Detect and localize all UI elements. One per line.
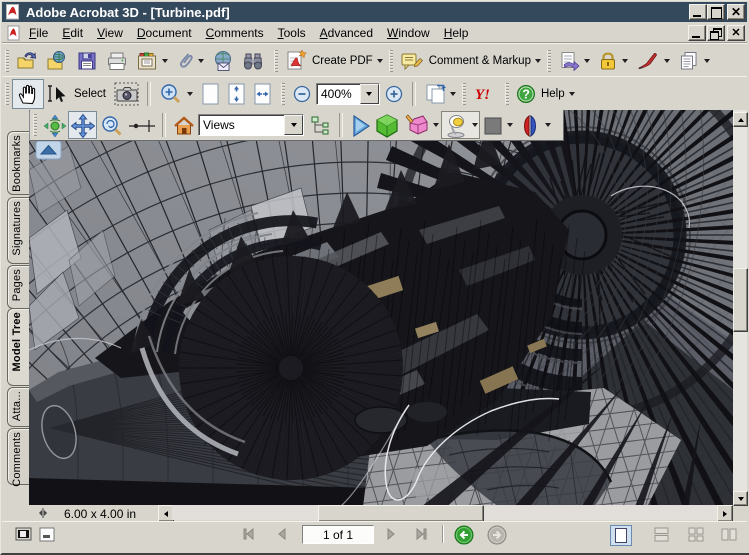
svg-text:?: ? — [522, 87, 530, 101]
svg-text:Y!: Y! — [475, 87, 490, 103]
